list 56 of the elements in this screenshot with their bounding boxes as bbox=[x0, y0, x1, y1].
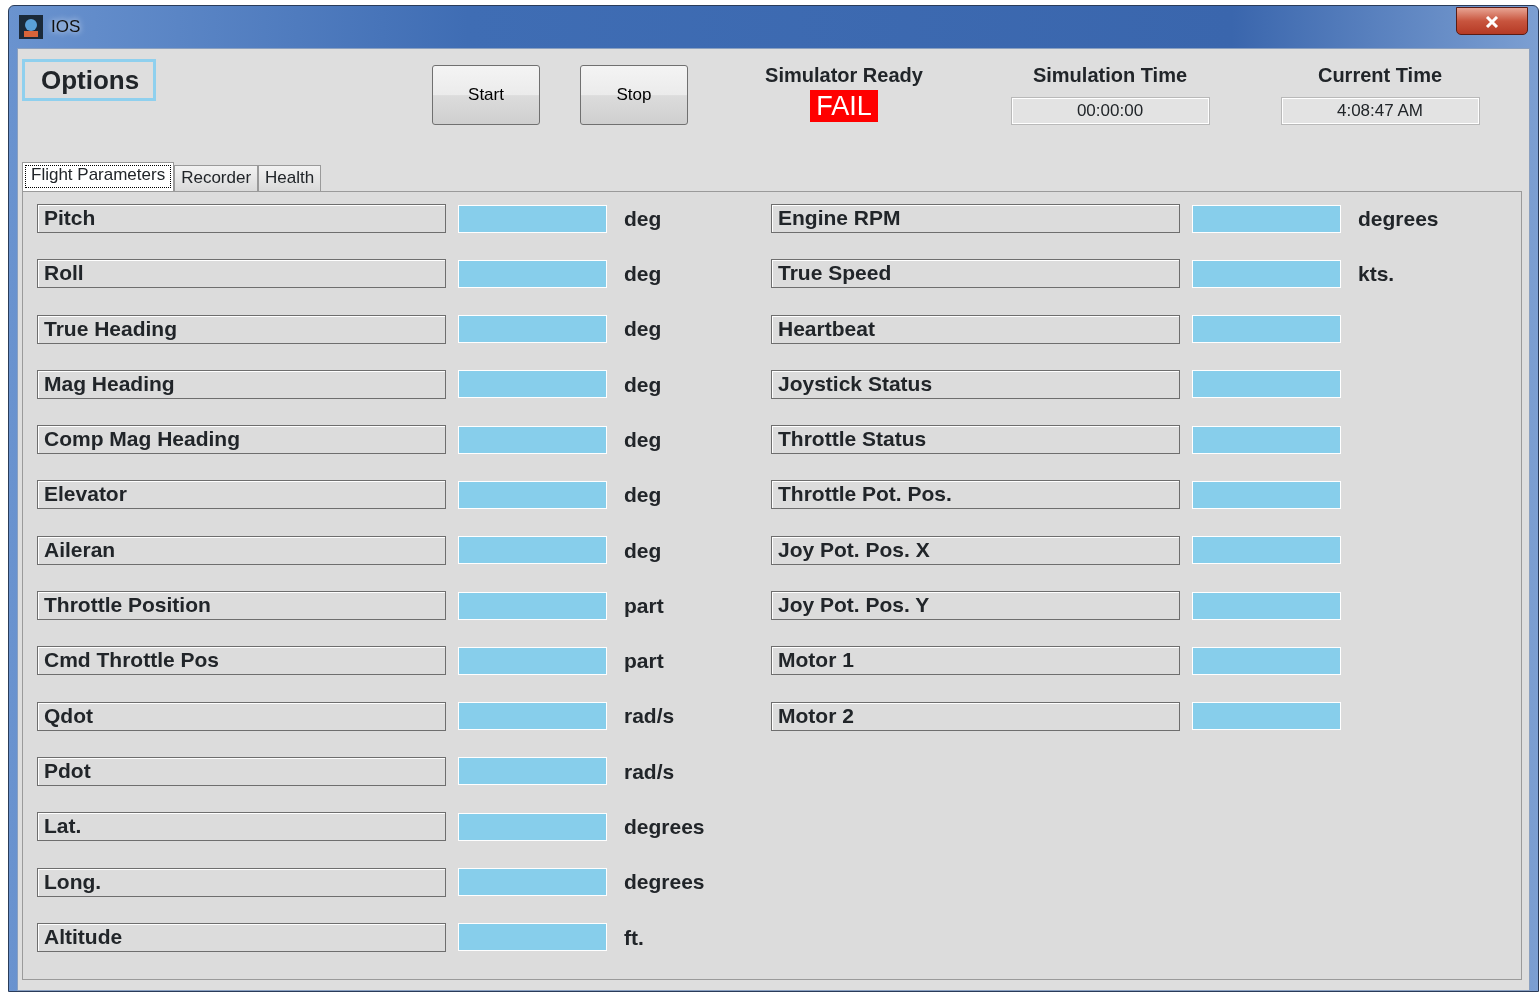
parameter-label: Comp Mag Heading bbox=[37, 425, 446, 455]
parameter-label: True Speed bbox=[771, 259, 1180, 289]
unit-label: part bbox=[624, 592, 664, 619]
close-icon bbox=[1485, 15, 1499, 28]
unit-label: deg bbox=[624, 371, 662, 398]
window-title: IOS bbox=[51, 16, 81, 39]
parameter-label: Pitch bbox=[37, 204, 446, 233]
parameter-label: Long. bbox=[37, 867, 446, 897]
parameter-label: Pdot bbox=[37, 756, 446, 786]
unit-label: degrees bbox=[624, 869, 705, 896]
parameter-label: Elevator bbox=[37, 480, 446, 510]
simulation-time-label: Simulation Time bbox=[1032, 63, 1188, 88]
unit-label: deg bbox=[624, 482, 662, 509]
current-time-label: Current Time bbox=[1317, 63, 1443, 88]
unit-label: degrees bbox=[624, 814, 705, 840]
parameter-label: Mag Heading bbox=[37, 369, 446, 399]
parameter-label: Joy Pot. Pos. X bbox=[771, 535, 1180, 565]
unit-label: part bbox=[624, 648, 664, 675]
unit-label: rad/s bbox=[624, 703, 675, 730]
parameter-label: Altitude bbox=[37, 922, 446, 952]
tab[interactable]: Recorder bbox=[174, 165, 259, 191]
options-label: Options bbox=[22, 59, 156, 101]
unit-label: kts. bbox=[1358, 261, 1395, 288]
current-time-field: 4:08:47 AM bbox=[1280, 97, 1480, 125]
unit-label: ft. bbox=[624, 924, 644, 951]
parameter-label: Cmd Throttle Pos bbox=[37, 646, 446, 676]
parameter-label: Roll bbox=[37, 259, 446, 289]
parameter-label: Qdot bbox=[37, 701, 446, 731]
status-indicator: FAIL bbox=[810, 90, 878, 122]
parameter-label: Aileran bbox=[37, 535, 446, 565]
simulator-ready-label: Simulator Ready bbox=[765, 63, 923, 88]
parameter-label: Joy Pot. Pos. Y bbox=[771, 591, 1180, 621]
unit-label: deg bbox=[624, 316, 662, 343]
parameter-label: Engine RPM bbox=[771, 204, 1180, 233]
unit-label: deg bbox=[624, 261, 662, 288]
app-icon bbox=[19, 15, 43, 39]
close-button[interactable] bbox=[1456, 7, 1528, 35]
parameter-label: Lat. bbox=[37, 812, 446, 842]
parameter-label: Motor 1 bbox=[771, 646, 1180, 676]
tab[interactable]: Health bbox=[258, 165, 322, 191]
parameter-label: Throttle Position bbox=[37, 591, 446, 621]
stop-button[interactable]: Stop bbox=[580, 65, 688, 125]
parameter-label: Throttle Pot. Pos. bbox=[771, 480, 1180, 510]
parameter-label: Throttle Status bbox=[771, 425, 1180, 455]
unit-label: rad/s bbox=[624, 758, 675, 785]
unit-label: degrees bbox=[1358, 205, 1439, 232]
tab[interactable]: Flight Parameters bbox=[22, 162, 175, 191]
parameter-label: True Heading bbox=[37, 314, 446, 344]
parameter-label: Heartbeat bbox=[771, 314, 1180, 344]
simulation-time-field: 00:00:00 bbox=[1010, 97, 1210, 125]
unit-label: deg bbox=[624, 205, 662, 232]
parameter-label: Joystick Status bbox=[771, 369, 1180, 399]
start-button[interactable]: Start bbox=[432, 65, 540, 125]
unit-label: deg bbox=[624, 426, 662, 453]
unit-label: deg bbox=[624, 537, 662, 564]
parameter-label: Motor 2 bbox=[771, 701, 1180, 731]
